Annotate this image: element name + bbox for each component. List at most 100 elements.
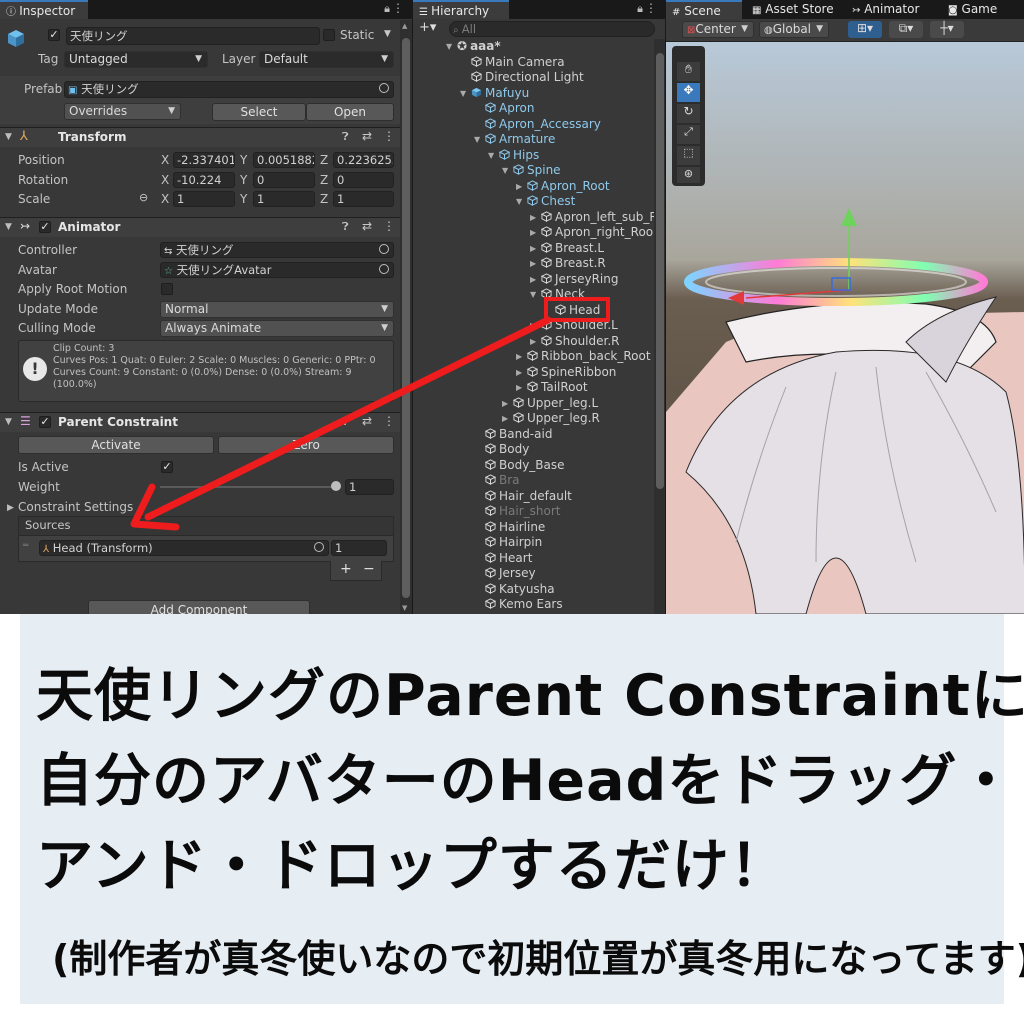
zero-button[interactable]: Zero [218,436,394,454]
hierarchy-item[interactable]: Hairline [485,520,545,535]
hierarchy-item[interactable]: ▶ TailRoot [516,380,588,395]
grid-snap-button[interactable]: ⊞▾ [848,21,882,38]
rotation-z-field[interactable]: 0 [333,172,394,188]
hierarchy-item[interactable]: Directional Light [471,70,584,85]
collapse-arrow-icon[interactable]: ▶ [530,334,536,349]
preset-icon[interactable]: ⇄ [362,414,372,428]
remove-source-button[interactable]: − [363,561,375,577]
hierarchy-item[interactable]: Band-aid [485,427,552,442]
collapse-arrow-icon[interactable]: ▶ [502,411,508,426]
component-menu-icon[interactable]: ⋮ [383,219,395,233]
hierarchy-item[interactable]: ▶ Upper_leg.L [502,396,598,411]
collapse-arrow-icon[interactable]: ▶ [530,318,536,333]
hierarchy-item[interactable]: ▶ Breast.R [530,256,606,271]
hierarchy-item[interactable]: ▶ SpineRibbon [516,365,616,380]
preset-icon[interactable]: ⇄ [362,219,372,233]
hierarchy-item[interactable]: Apron_Accessary [485,117,601,132]
prefab-field[interactable]: ▣ 天使リング [64,81,394,98]
culling-mode-dropdown[interactable]: Always Animate ▼ [160,320,394,337]
tab-game[interactable]: ◙ Game [942,0,1024,19]
is-active-checkbox[interactable]: ✓ [161,461,173,473]
expand-arrow-icon[interactable]: ▼ [530,287,536,302]
hierarchy-item[interactable]: ▶ Shoulder.L [530,318,618,333]
select-button[interactable]: Select [212,103,306,121]
collapse-arrow-icon[interactable]: ▶ [530,256,536,271]
object-picker-icon[interactable] [379,244,389,254]
scale-tool-icon[interactable]: ⤢ [677,125,700,144]
hierarchy-item[interactable]: Heart [485,551,532,566]
object-picker-icon[interactable] [379,83,389,93]
weight-slider-thumb[interactable] [331,481,341,491]
activate-button[interactable]: Activate [18,436,214,454]
hierarchy-item[interactable]: ▶ JerseyRing [530,272,619,287]
hierarchy-item[interactable]: Jersey [485,566,536,581]
menu-icon[interactable]: ⋮ [645,1,657,15]
expand-arrow-icon[interactable]: ▼ [474,132,480,147]
scroll-down-icon[interactable]: ▼ [402,604,407,612]
foldout-arrow-icon[interactable]: ▶ [7,503,14,513]
hand-tool-icon[interactable]: ✋︎ [677,62,700,81]
object-name-field[interactable]: 天使リング [66,27,320,45]
hierarchy-item[interactable]: ▶ Apron_Root [516,179,610,194]
help-icon[interactable]: ❓︎ [342,220,349,234]
hierarchy-item[interactable]: Hairpin [485,535,542,550]
foldout-arrow-icon[interactable]: ▼ [5,417,12,427]
tag-dropdown[interactable]: Untagged ▼ [64,51,208,68]
scroll-up-icon[interactable]: ▲ [402,22,407,30]
collapse-arrow-icon[interactable]: ▶ [530,225,536,240]
animator-header[interactable]: ▼ ↣ ✓ Animator ❓︎ ⇄ ⋮ [0,217,400,237]
scrollbar-thumb[interactable] [656,53,664,489]
hierarchy-item[interactable]: Kemo Ears [485,597,563,612]
tab-animator[interactable]: ↣ Animator [846,0,932,19]
hierarchy-item[interactable]: Body [485,442,529,457]
expand-arrow-icon[interactable]: ▼ [488,148,494,163]
align-button[interactable]: ┼▾ [930,21,964,38]
hierarchy-search-input[interactable]: ⌕ All [449,21,655,37]
drag-handle-icon[interactable]: ═ [23,541,28,551]
hierarchy-item[interactable]: Head [555,303,600,318]
apply-root-motion-checkbox[interactable] [161,283,173,295]
static-checkbox[interactable] [323,29,335,41]
hierarchy-item[interactable]: ▼ Neck [530,287,585,302]
object-picker-icon[interactable] [314,542,324,552]
hierarchy-item[interactable]: ▼ Chest [516,194,575,209]
parent-constraint-header[interactable]: ▼ ☰ ✓ Parent Constraint ❓︎ ⇄ ⋮ [0,412,400,432]
add-source-button[interactable]: + [340,561,352,577]
rotation-y-field[interactable]: 0 [253,172,315,188]
foldout-arrow-icon[interactable]: ▼ [5,222,12,232]
scale-z-field[interactable]: 1 [333,191,394,207]
expand-arrow-icon[interactable]: ▼ [516,194,522,209]
tab-inspector[interactable]: ⓘ Inspector [0,0,88,19]
source-transform-field[interactable]: ⅄ Head (Transform) [39,540,329,556]
move-tool-icon[interactable]: ✥ [677,83,700,102]
lock-icon[interactable]: 🔒︎ [384,2,390,16]
space-dropdown[interactable]: ◍Global ▼ [759,21,829,38]
layer-dropdown[interactable]: Default ▼ [259,51,394,68]
animator-enabled-checkbox[interactable]: ✓ [39,221,51,233]
scale-x-field[interactable]: 1 [173,191,235,207]
lock-icon[interactable]: 🔒︎ [637,2,643,16]
hierarchy-item[interactable]: ▼ Armature [474,132,555,147]
active-checkbox[interactable]: ✓ [48,29,60,41]
collapse-arrow-icon[interactable]: ▶ [516,349,522,364]
add-component-button[interactable]: Add Component [88,600,310,614]
scrollbar-thumb[interactable] [402,38,410,598]
position-y-field[interactable]: 0.0051882 [253,152,315,168]
position-z-field[interactable]: 0.2236255 [333,152,394,168]
rect-tool-icon[interactable]: ⬚ [677,146,700,165]
inspector-scrollbar[interactable]: ▲ ▼ [400,20,412,614]
tab-scene[interactable]: # Scene [666,0,742,19]
tab-asset-store[interactable]: ▦ Asset Store [746,0,842,19]
foldout-arrow-icon[interactable]: ▼ [5,132,12,142]
component-menu-icon[interactable]: ⋮ [383,414,395,428]
hierarchy-item[interactable]: Hair_default [485,489,572,504]
menu-icon[interactable]: ⋮ [392,1,404,15]
update-mode-dropdown[interactable]: Normal ▼ [160,301,394,318]
hierarchy-item[interactable]: ▶ Apron_left_sub_R [530,210,658,225]
open-button[interactable]: Open [306,103,394,121]
scale-y-field[interactable]: 1 [253,191,315,207]
hierarchy-item[interactable]: ▼ Mafuyu [460,86,529,101]
tab-hierarchy[interactable]: ☰ Hierarchy [413,0,509,19]
collapse-arrow-icon[interactable]: ▶ [530,241,536,256]
preset-icon[interactable]: ⇄ [362,129,372,143]
